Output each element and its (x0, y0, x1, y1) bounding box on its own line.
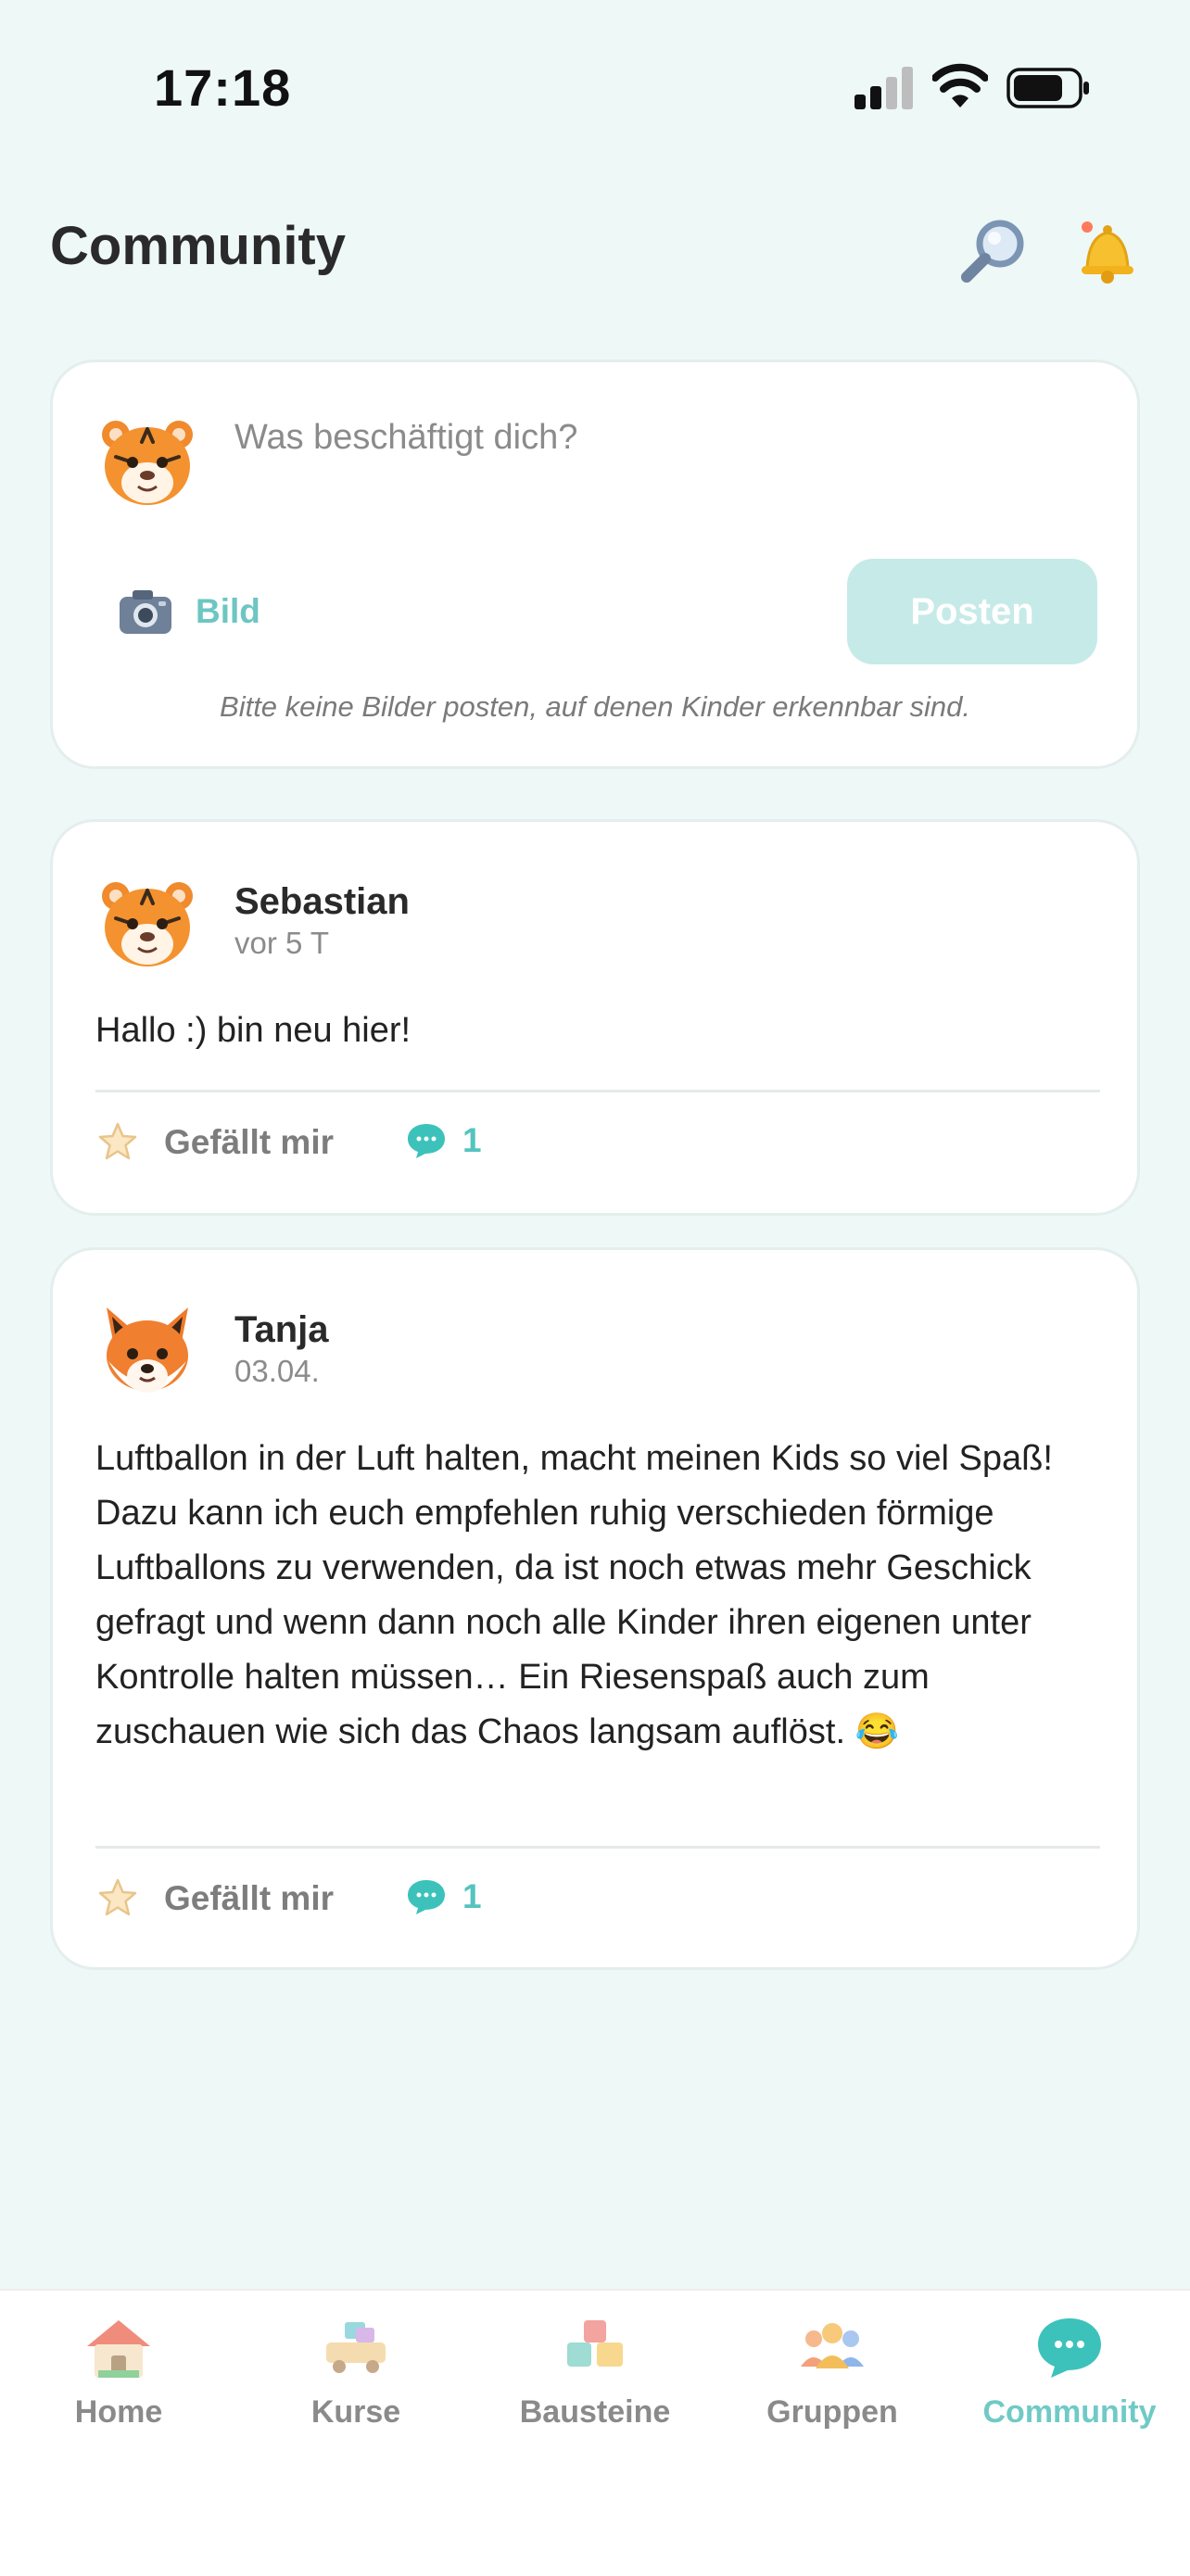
tab-home[interactable]: Home (26, 2315, 211, 2454)
tab-label: Home (74, 2394, 163, 2430)
fox-avatar (107, 1307, 188, 1393)
cellular-signal-icon (855, 67, 913, 109)
notifications-button[interactable] (1066, 209, 1149, 293)
chat-bubble-icon (1038, 2318, 1101, 2378)
comments-button[interactable]: 1 (405, 1120, 482, 1161)
tab-gruppen[interactable]: Gruppen (740, 2315, 925, 2454)
page-title: Community (50, 216, 346, 276)
bell-icon (1082, 221, 1133, 284)
speech-bubble-icon (408, 1880, 445, 1914)
wifi-icon (932, 63, 988, 107)
toy-car-icon (326, 2322, 386, 2373)
add-image-button[interactable]: Bild (118, 579, 260, 644)
post-text-input[interactable] (234, 418, 1069, 458)
comments-button[interactable]: 1 (405, 1876, 482, 1917)
tiger-avatar (102, 421, 193, 505)
post-text: Hallo :) bin neu hier! (95, 1011, 411, 1050)
post-timestamp: vor 5 T (234, 926, 330, 960)
tab-bausteine[interactable]: Bausteine (502, 2315, 688, 2454)
post-text: Luftballon in der Luft halten, macht mei… (95, 1439, 1053, 1751)
post-divider (95, 1090, 1100, 1092)
post-card: Tanja 03.04. Luftballon in der Luft halt… (50, 1247, 1140, 1970)
people-icon (801, 2323, 864, 2368)
tab-community[interactable]: Community (977, 2315, 1162, 2454)
post-author[interactable]: Tanja (234, 1309, 329, 1351)
like-button[interactable]: Gefällt mir (95, 1876, 334, 1921)
tab-label: Community (982, 2394, 1157, 2430)
tab-label: Gruppen (766, 2394, 898, 2430)
comment-count: 1 (462, 1121, 482, 1159)
tab-label: Kurse (310, 2394, 401, 2430)
like-label: Gefällt mir (164, 1879, 334, 1917)
like-label: Gefällt mir (164, 1123, 334, 1161)
post-card: Sebastian vor 5 T Hallo :) bin neu hier!… (50, 819, 1140, 1216)
like-button[interactable]: Gefällt mir (95, 1120, 334, 1165)
status-bar: 17:18 (0, 0, 1190, 176)
post-timestamp: 03.04. (234, 1354, 320, 1388)
star-icon (98, 1878, 137, 1916)
tab-label: Bausteine (519, 2394, 671, 2430)
star-icon (98, 1122, 137, 1160)
composer-hint: Bitte keine Bilder posten, auf denen Kin… (220, 690, 970, 723)
search-button[interactable] (953, 209, 1036, 293)
tiger-avatar (102, 882, 193, 966)
post-author[interactable]: Sebastian (234, 881, 410, 923)
post-divider (95, 1846, 1100, 1849)
bottom-tab-bar: Home Kurse Bausteine Gruppen Community (0, 2289, 1190, 2576)
add-image-label: Bild (196, 592, 260, 630)
comment-count: 1 (462, 1877, 482, 1915)
post-composer: Bild Posten Bitte keine Bilder posten, a… (50, 360, 1140, 769)
camera-icon (120, 590, 171, 634)
blocks-icon (567, 2320, 623, 2367)
magnifier-icon (961, 220, 1024, 283)
speech-bubble-icon (408, 1124, 445, 1158)
house-icon (87, 2320, 150, 2378)
tab-kurse[interactable]: Kurse (263, 2315, 449, 2454)
battery-icon (1006, 68, 1089, 108)
post-button[interactable]: Posten (847, 559, 1097, 664)
status-time: 17:18 (154, 58, 292, 117)
